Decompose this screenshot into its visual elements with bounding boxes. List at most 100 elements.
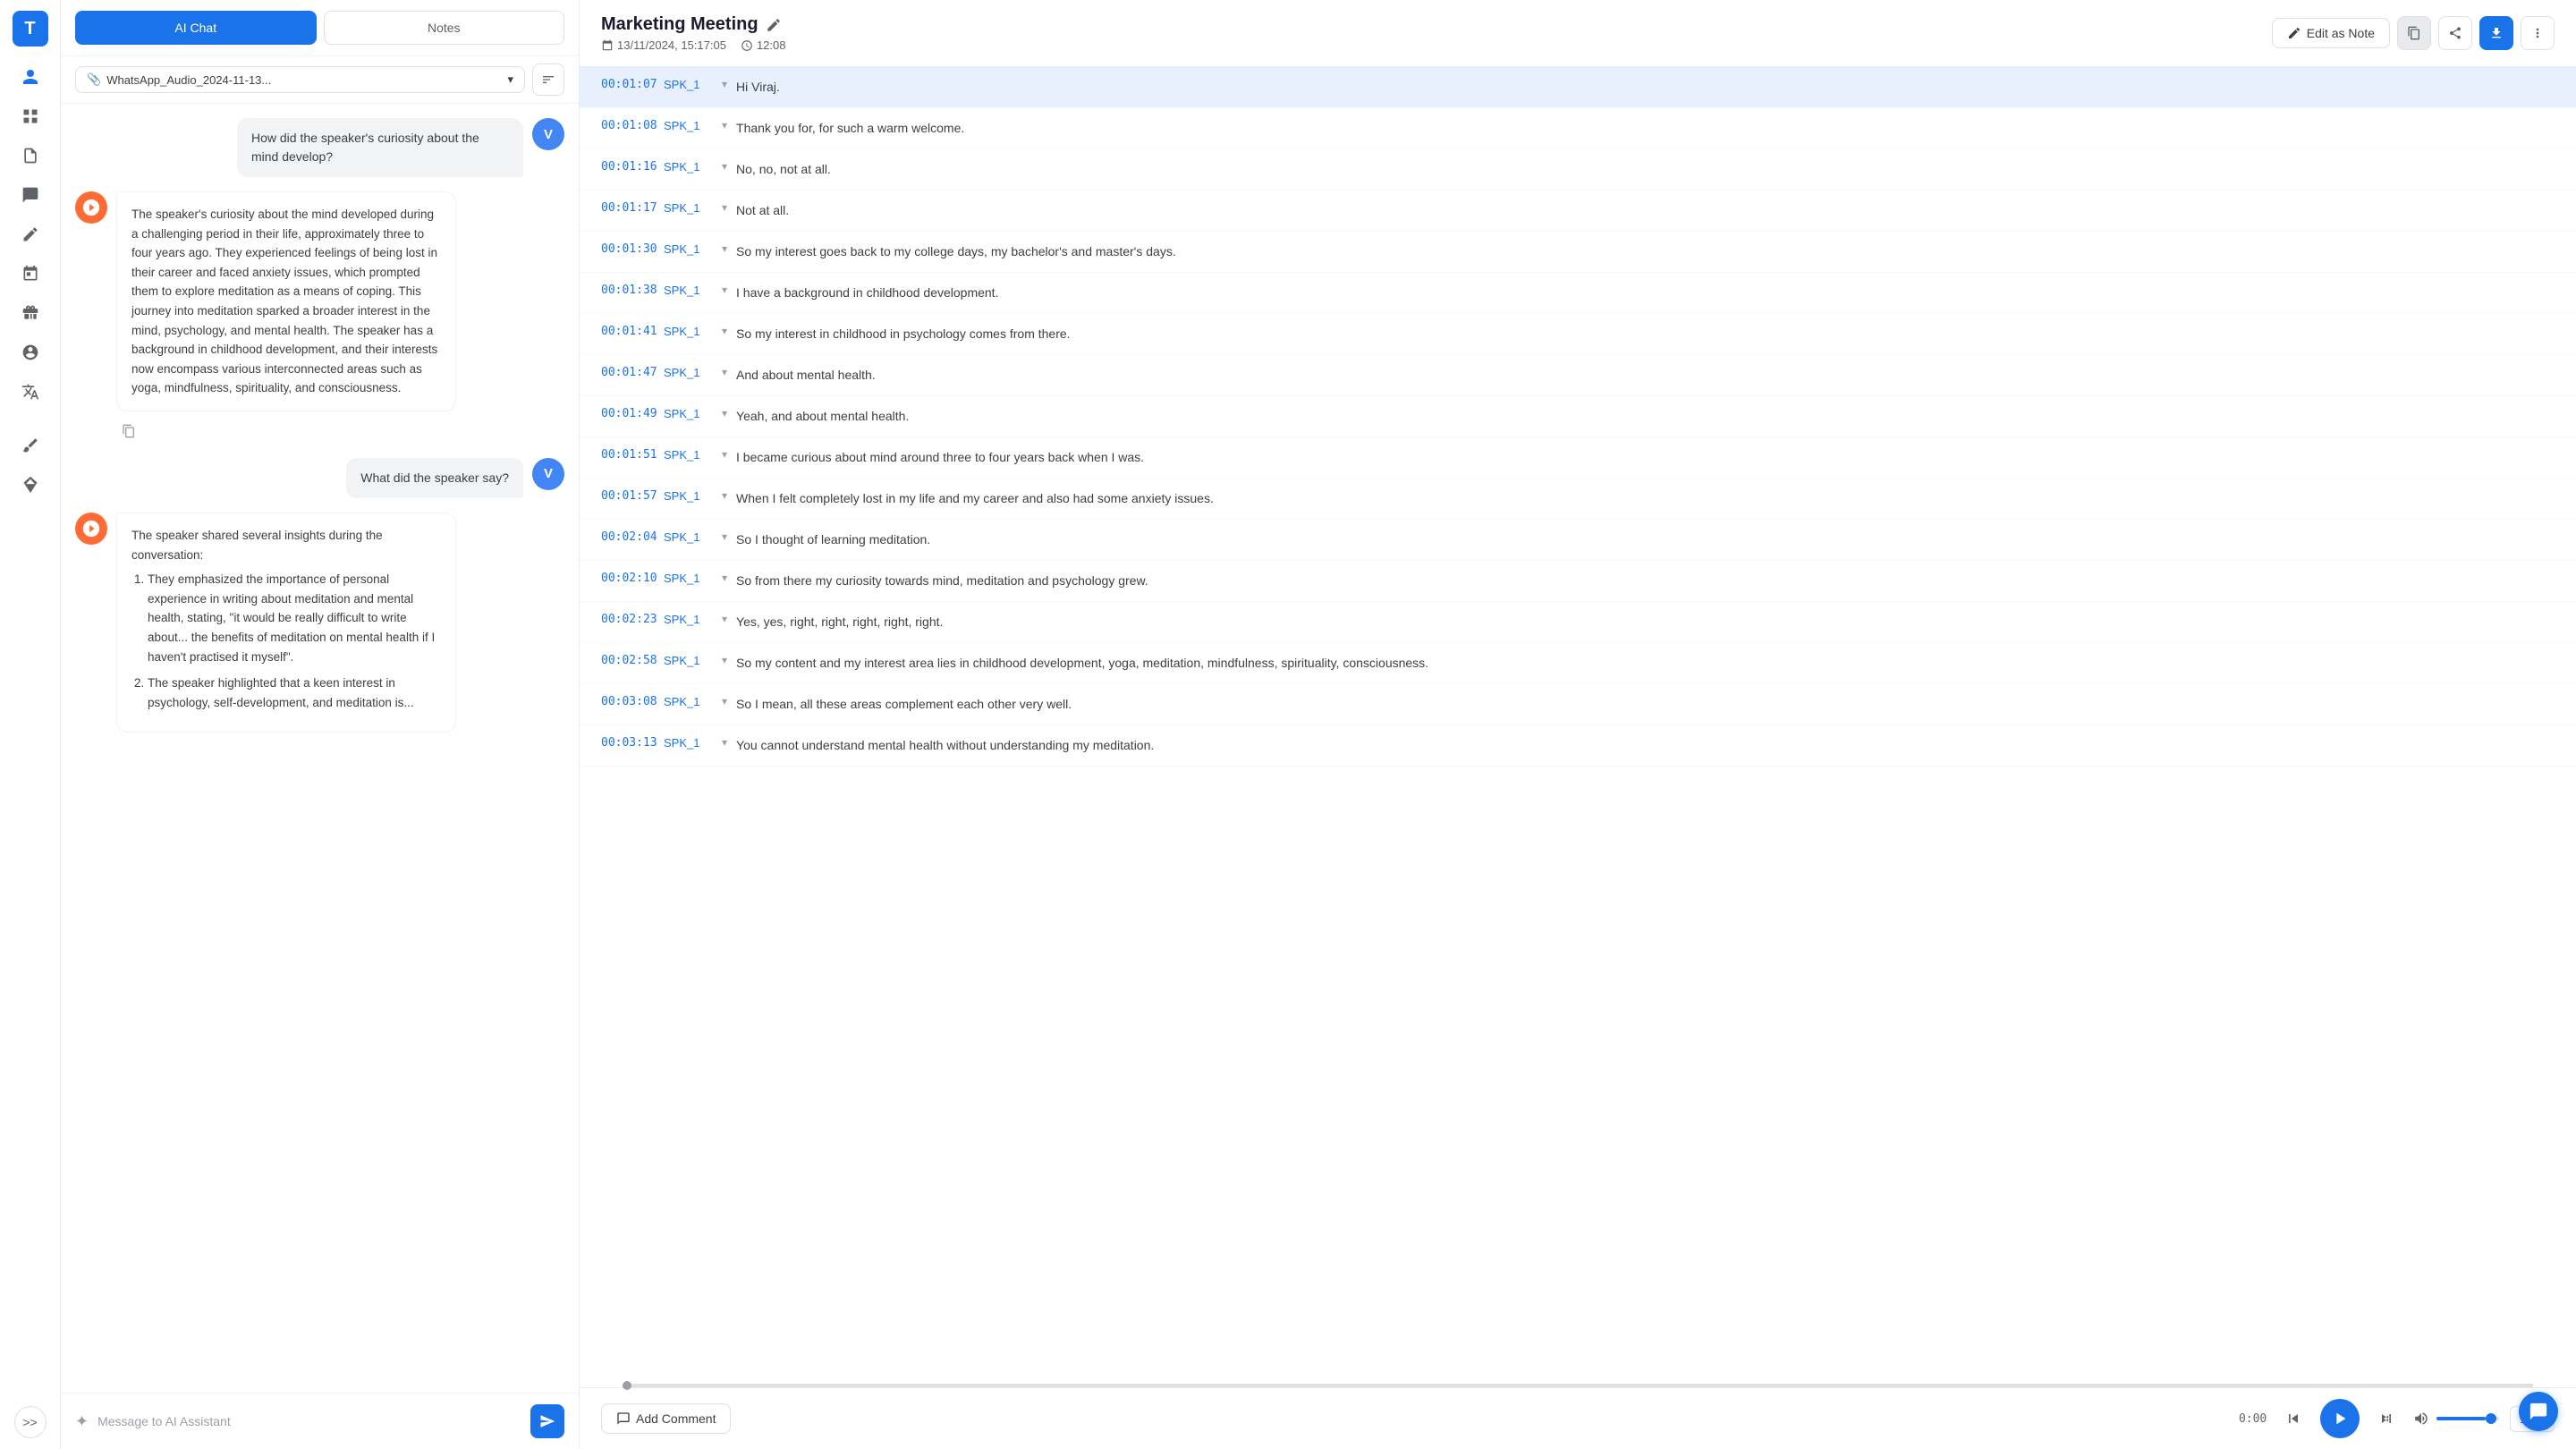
transcript-text: I have a background in childhood develop… xyxy=(736,284,2555,302)
add-comment-button[interactable]: Add Comment xyxy=(601,1403,731,1434)
transcript-row[interactable]: 00:02:04 SPK_1 ▾ So I thought of learnin… xyxy=(580,520,2576,561)
edit-as-note-button[interactable]: Edit as Note xyxy=(2272,18,2390,48)
main-content: AI Chat Notes 📎 WhatsApp_Audio_2024-11-1… xyxy=(61,0,2576,1449)
transcript-row[interactable]: 00:01:07 SPK_1 ▾ Hi Viraj. xyxy=(580,67,2576,108)
chevron-down-icon: ▾ xyxy=(722,201,727,214)
forward-button[interactable] xyxy=(2370,1402,2402,1435)
timestamp: 00:01:08 xyxy=(601,119,664,132)
volume-area xyxy=(2413,1411,2499,1427)
sidebar-item-gift[interactable] xyxy=(14,297,47,329)
timestamp: 00:01:16 xyxy=(601,160,664,174)
attachment-icon: 📎 xyxy=(87,72,101,87)
speaker-label: SPK_1 xyxy=(664,78,713,91)
copy-icon[interactable] xyxy=(116,419,141,444)
timestamp: 00:02:23 xyxy=(601,613,664,626)
transcript-row[interactable]: 00:02:10 SPK_1 ▾ So from there my curios… xyxy=(580,561,2576,602)
transcript-text: So I mean, all these areas complement ea… xyxy=(736,695,2555,714)
sidebar-item-pen[interactable] xyxy=(14,429,47,462)
transcript-row[interactable]: 00:02:58 SPK_1 ▾ So my content and my in… xyxy=(580,643,2576,684)
sidebar-item-chat[interactable] xyxy=(14,179,47,211)
sidebar-item-user[interactable] xyxy=(14,336,47,369)
speaker-label: SPK_1 xyxy=(664,407,713,420)
progress-bar-area xyxy=(580,1377,2576,1387)
sidebar-item-gem[interactable] xyxy=(14,469,47,501)
transcript-row[interactable]: 00:01:57 SPK_1 ▾ When I felt completely … xyxy=(580,479,2576,520)
speaker-label: SPK_1 xyxy=(664,572,713,585)
transcript-row[interactable]: 00:01:51 SPK_1 ▾ I became curious about … xyxy=(580,437,2576,479)
sidebar-item-people[interactable] xyxy=(14,61,47,93)
filter-button[interactable] xyxy=(532,64,564,96)
list-item: The speaker highlighted that a keen inte… xyxy=(148,674,441,712)
timestamp: 00:03:08 xyxy=(601,695,664,708)
transcript-row[interactable]: 00:01:30 SPK_1 ▾ So my interest goes bac… xyxy=(580,232,2576,273)
transcript-row[interactable]: 00:01:17 SPK_1 ▾ Not at all. xyxy=(580,191,2576,232)
chat-tabs: AI Chat Notes xyxy=(61,0,579,56)
transcript-text: Thank you for, for such a warm welcome. xyxy=(736,119,2555,138)
chat-support-button[interactable] xyxy=(2519,1392,2558,1431)
send-button[interactable] xyxy=(530,1404,564,1438)
edit-title-icon[interactable] xyxy=(766,17,782,33)
transcript-row[interactable]: 00:01:08 SPK_1 ▾ Thank you for, for such… xyxy=(580,108,2576,149)
sidebar-item-translate[interactable] xyxy=(14,376,47,408)
transcript-text: So I thought of learning meditation. xyxy=(736,530,2555,549)
transcript-row[interactable]: 00:01:16 SPK_1 ▾ No, no, not at all. xyxy=(580,149,2576,191)
transcript-row[interactable]: 00:01:47 SPK_1 ▾ And about mental health… xyxy=(580,355,2576,396)
transcript-row[interactable]: 00:03:13 SPK_1 ▾ You cannot understand m… xyxy=(580,725,2576,767)
chevron-down-icon: ▾ xyxy=(722,530,727,543)
transcript-text: So my content and my interest area lies … xyxy=(736,654,2555,673)
chevron-down-icon: ▾ xyxy=(722,242,727,255)
transcript-text: When I felt completely lost in my life a… xyxy=(736,489,2555,508)
list-item: They emphasized the importance of person… xyxy=(148,570,441,666)
sidebar-expand-btn[interactable]: >> xyxy=(14,1406,47,1438)
transcript-row[interactable]: 00:01:38 SPK_1 ▾ I have a background in … xyxy=(580,273,2576,314)
download-button[interactable] xyxy=(2479,16,2513,50)
copy-button[interactable] xyxy=(2397,16,2431,50)
chat-panel: AI Chat Notes 📎 WhatsApp_Audio_2024-11-1… xyxy=(61,0,580,1449)
share-button[interactable] xyxy=(2438,16,2472,50)
speaker-label: SPK_1 xyxy=(664,695,713,708)
file-selector-button[interactable]: 📎 WhatsApp_Audio_2024-11-13... ▾ xyxy=(75,66,525,93)
timestamp: 00:01:51 xyxy=(601,448,664,462)
transcript-row[interactable]: 00:03:08 SPK_1 ▾ So I mean, all these ar… xyxy=(580,684,2576,725)
chevron-down-icon: ▾ xyxy=(722,489,727,502)
sidebar-item-edit[interactable] xyxy=(14,218,47,250)
more-options-button[interactable] xyxy=(2521,16,2555,50)
timestamp: 00:02:58 xyxy=(601,654,664,667)
sidebar: T >> xyxy=(0,0,61,1449)
chat-messages-list: How did the speaker's curiosity about th… xyxy=(61,104,579,1393)
chat-message-input[interactable] xyxy=(97,1414,521,1428)
sidebar-item-document[interactable] xyxy=(14,140,47,172)
ai-message: The speaker's curiosity about the mind d… xyxy=(75,191,564,411)
progress-bar[interactable] xyxy=(623,1384,2533,1387)
transcript-text: Yeah, and about mental health. xyxy=(736,407,2555,426)
timestamp: 00:01:38 xyxy=(601,284,664,297)
tab-notes[interactable]: Notes xyxy=(324,11,565,45)
tab-ai-chat[interactable]: AI Chat xyxy=(75,11,317,45)
transcript-text: No, no, not at all. xyxy=(736,160,2555,179)
transcript-text: So my interest goes back to my college d… xyxy=(736,242,2555,261)
volume-icon xyxy=(2413,1411,2429,1427)
transcript-row[interactable]: 00:02:23 SPK_1 ▾ Yes, yes, right, right,… xyxy=(580,602,2576,643)
volume-slider[interactable] xyxy=(2436,1417,2499,1420)
transcript-meta: 13/11/2024, 15:17:05 12:08 xyxy=(601,38,785,52)
user-avatar: V xyxy=(532,118,564,150)
speaker-label: SPK_1 xyxy=(664,448,713,462)
sidebar-item-grid[interactable] xyxy=(14,100,47,132)
transcript-text: And about mental health. xyxy=(736,366,2555,385)
sparkle-icon: ✦ xyxy=(75,1412,89,1431)
rewind-button[interactable] xyxy=(2277,1402,2309,1435)
ai-bubble-2: The speaker shared several insights duri… xyxy=(116,513,456,733)
play-button[interactable] xyxy=(2320,1399,2360,1438)
user-bubble: What did the speaker say? xyxy=(346,458,523,498)
ai-avatar xyxy=(75,191,107,224)
ai-response-list: They emphasized the importance of person… xyxy=(131,570,441,712)
transcript-row[interactable]: 00:01:49 SPK_1 ▾ Yeah, and about mental … xyxy=(580,396,2576,437)
sidebar-item-calendar[interactable] xyxy=(14,258,47,290)
progress-dot[interactable] xyxy=(623,1381,631,1390)
speaker-label: SPK_1 xyxy=(664,160,713,174)
transcript-row[interactable]: 00:01:41 SPK_1 ▾ So my interest in child… xyxy=(580,314,2576,355)
filename-label: WhatsApp_Audio_2024-11-13... xyxy=(106,73,271,87)
chevron-down-icon: ▾ xyxy=(722,448,727,461)
file-selector-bar: 📎 WhatsApp_Audio_2024-11-13... ▾ xyxy=(61,56,579,104)
timestamp: 00:01:07 xyxy=(601,78,664,91)
